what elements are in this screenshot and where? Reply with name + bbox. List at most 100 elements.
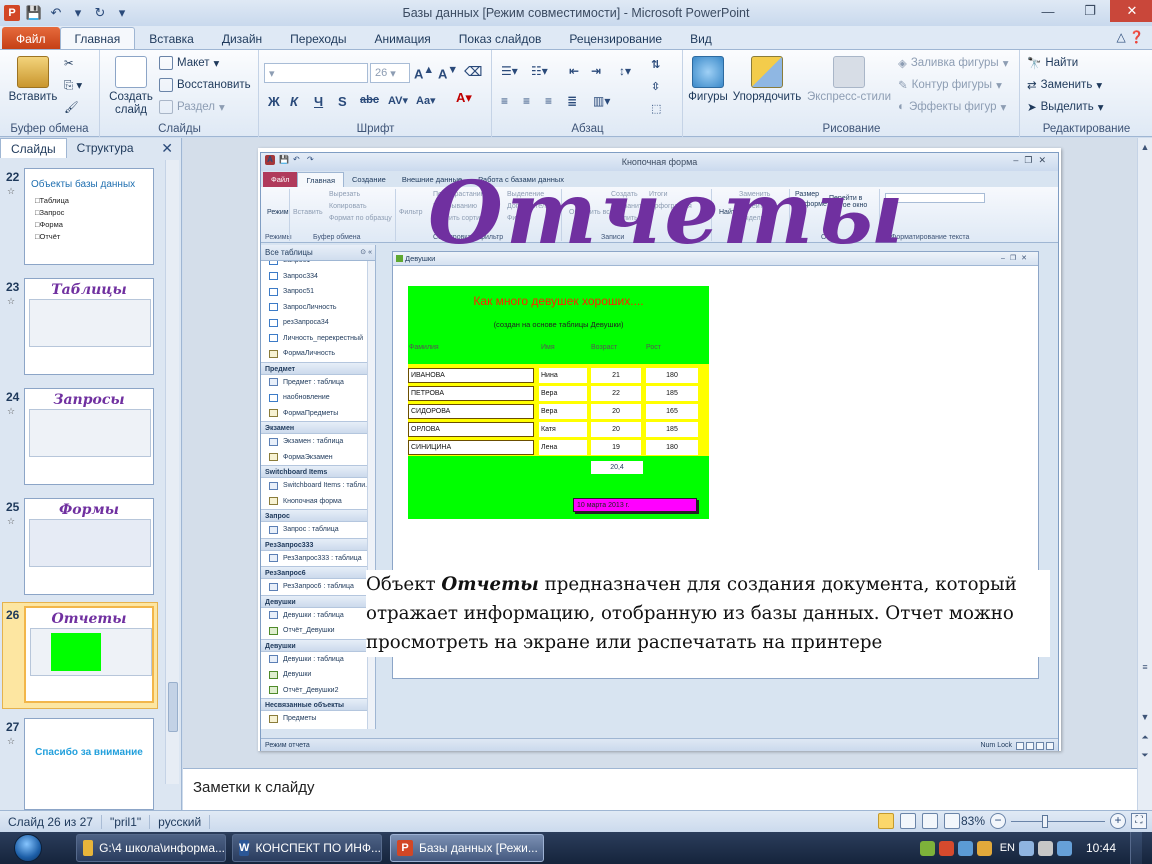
tab-file[interactable]: Файл — [2, 27, 60, 50]
font-size-box[interactable]: 26 ▾ — [370, 63, 410, 83]
network-icon[interactable] — [1056, 840, 1072, 856]
slide-title[interactable]: Отчеты — [428, 163, 907, 264]
scroll-down-icon[interactable]: ▼ — [1138, 710, 1152, 724]
dropdown-icon[interactable]: ▾ — [70, 5, 86, 21]
shape-effects-button[interactable]: ◐ Эффекты фигур ▾ — [898, 100, 1006, 114]
section-button[interactable]: Раздел ▾ — [159, 100, 225, 114]
tray-antivirus-icon[interactable] — [938, 840, 954, 856]
start-button[interactable] — [0, 832, 56, 864]
font-color-icon[interactable]: A▾ — [456, 90, 472, 106]
help-icon[interactable]: △ ❓ — [1116, 30, 1144, 44]
text-direction-icon[interactable]: ⇅ — [651, 58, 660, 71]
taskbar-item-powerpoint[interactable]: P Базы данных [Режи... — [390, 834, 544, 862]
quick-styles-button[interactable]: Экспресс-стили — [806, 56, 892, 104]
slide-body-text[interactable]: Объект Отчеты предназначен для создания … — [366, 570, 1050, 657]
bullets-icon[interactable]: ☰▾ — [501, 64, 518, 78]
redo-icon[interactable]: ↻ — [92, 5, 108, 21]
shape-fill-button[interactable]: ◈ Заливка фигуры ▾ — [898, 56, 1008, 70]
tab-review[interactable]: Рецензирование — [555, 27, 676, 50]
select-button[interactable]: ➤ Выделить ▾ — [1027, 100, 1103, 114]
line-spacing-icon[interactable]: ↕▾ — [619, 64, 631, 78]
align-left-icon[interactable]: ≡ — [501, 94, 508, 108]
align-text-icon[interactable]: ⇳ — [651, 80, 660, 93]
new-slide-button[interactable]: Создать слайд — [107, 56, 155, 117]
notes-pane[interactable]: Заметки к слайду — [183, 768, 1137, 810]
shape-outline-button[interactable]: ✎ Контур фигуры ▾ — [898, 78, 1002, 92]
tray-network-icon[interactable] — [957, 840, 973, 856]
char-spacing-icon[interactable]: AV▾ — [388, 94, 408, 107]
clock[interactable]: 10:44 — [1086, 841, 1116, 855]
change-case-icon[interactable]: Aa▾ — [416, 94, 436, 107]
tab-transitions[interactable]: Переходы — [276, 27, 360, 50]
slide-thumbnail-26[interactable]: 26 Отчеты — [0, 606, 162, 706]
numbering-icon[interactable]: ☷▾ — [531, 64, 548, 78]
tab-view[interactable]: Вид — [676, 27, 726, 50]
zoom-slider[interactable] — [1011, 821, 1105, 822]
normal-view-button[interactable] — [878, 813, 894, 829]
volume-icon[interactable] — [1037, 840, 1053, 856]
next-slide-icon[interactable]: ⏷ — [1138, 748, 1152, 762]
grow-font-icon[interactable]: A▲ — [414, 64, 434, 81]
tray-app-icon[interactable] — [919, 840, 935, 856]
tab-outline[interactable]: Структура — [67, 138, 144, 158]
tab-design[interactable]: Дизайн — [208, 27, 276, 50]
italic-icon[interactable]: К — [290, 94, 298, 109]
scroll-up-icon[interactable]: ▲ — [1138, 140, 1152, 154]
underline-icon[interactable]: Ч — [314, 94, 323, 109]
reset-button[interactable]: Восстановить — [159, 78, 251, 92]
slide-vertical-scrollbar[interactable]: ▲ ≡ ▼ ⏶ ⏷ — [1137, 138, 1152, 768]
align-center-icon[interactable]: ≡ — [523, 94, 530, 108]
align-right-icon[interactable]: ≡ — [545, 94, 552, 108]
taskbar-item-word[interactable]: W КОНСПЕКТ ПО ИНФ... — [232, 834, 382, 862]
scrollbar-thumb[interactable] — [168, 682, 178, 732]
slide-thumbnail-23[interactable]: 23 ☆ Таблицы — [0, 278, 162, 378]
close-button[interactable]: ✕ — [1110, 0, 1152, 22]
shapes-button[interactable]: Фигуры — [686, 56, 730, 104]
zoom-level[interactable]: 83% — [961, 814, 985, 828]
shrink-font-icon[interactable]: A▼ — [438, 64, 458, 81]
notes-scrollbar[interactable] — [1137, 768, 1152, 810]
find-button[interactable]: 🔭 Найти — [1027, 56, 1078, 70]
scroll-thumb-icon[interactable]: ≡ — [1138, 660, 1152, 674]
tab-slides[interactable]: Слайды — [0, 138, 67, 158]
current-slide[interactable]: Кнопочная форма A 💾 ↶ ↷ –❐✕ Файл Главная… — [258, 148, 1061, 751]
tray-keyboard-icon[interactable] — [1018, 840, 1034, 856]
taskbar-item-explorer[interactable]: G:\4 школа\информа... — [76, 834, 226, 862]
increase-indent-icon[interactable]: ⇥ — [591, 64, 601, 78]
close-pane-icon[interactable]: ✕ — [161, 140, 173, 157]
tray-update-icon[interactable] — [976, 840, 992, 856]
save-icon[interactable]: 💾 — [26, 5, 42, 21]
tab-insert[interactable]: Вставка — [135, 27, 208, 50]
reading-view-button[interactable] — [922, 813, 938, 829]
slide-thumbnail-25[interactable]: 25 ☆ Формы — [0, 498, 162, 598]
slide-thumbnail-27[interactable]: 27 ☆ Спасибо за внимание — [0, 718, 162, 818]
slide-thumbnail-24[interactable]: 24 ☆ Запросы — [0, 388, 162, 488]
slide-sorter-button[interactable] — [900, 813, 916, 829]
format-painter-icon[interactable]: 🖌 — [64, 100, 79, 114]
maximize-button[interactable]: ❐ — [1068, 0, 1112, 22]
bold-icon[interactable]: Ж — [268, 94, 280, 109]
language-indicator[interactable]: русский — [150, 814, 211, 829]
slide-thumbnail-22[interactable]: 22 ☆ Объекты базы данных □Таблица □Запро… — [0, 168, 162, 268]
columns-icon[interactable]: ▥▾ — [593, 94, 610, 108]
replace-button[interactable]: ⇄ Заменить ▾ — [1027, 78, 1102, 92]
clear-format-icon[interactable]: ⌫ — [464, 64, 482, 80]
tab-slideshow[interactable]: Показ слайдов — [445, 27, 556, 50]
customize-quick-access-icon[interactable]: ▾ — [114, 5, 130, 21]
shadow-icon[interactable]: S — [338, 94, 347, 109]
powerpoint-app-icon[interactable]: P — [4, 5, 20, 21]
tab-home[interactable]: Главная — [59, 27, 136, 50]
fit-to-window-icon[interactable]: ⛶ — [1131, 813, 1147, 829]
minimize-button[interactable]: — — [1026, 0, 1070, 22]
justify-icon[interactable]: ≣ — [567, 94, 577, 108]
slides-pane-scrollbar[interactable] — [165, 160, 179, 784]
input-language[interactable]: EN — [1000, 842, 1015, 854]
cut-icon[interactable]: ✂ — [64, 56, 74, 70]
zoom-in-button[interactable]: + — [1110, 813, 1126, 829]
smartart-icon[interactable]: ⬚ — [651, 102, 661, 115]
zoom-slider-handle[interactable] — [1041, 815, 1048, 828]
undo-icon[interactable]: ↶ — [48, 5, 64, 21]
zoom-out-button[interactable]: − — [990, 813, 1006, 829]
arrange-button[interactable]: Упорядочить — [730, 56, 804, 104]
previous-slide-icon[interactable]: ⏶ — [1138, 730, 1152, 744]
